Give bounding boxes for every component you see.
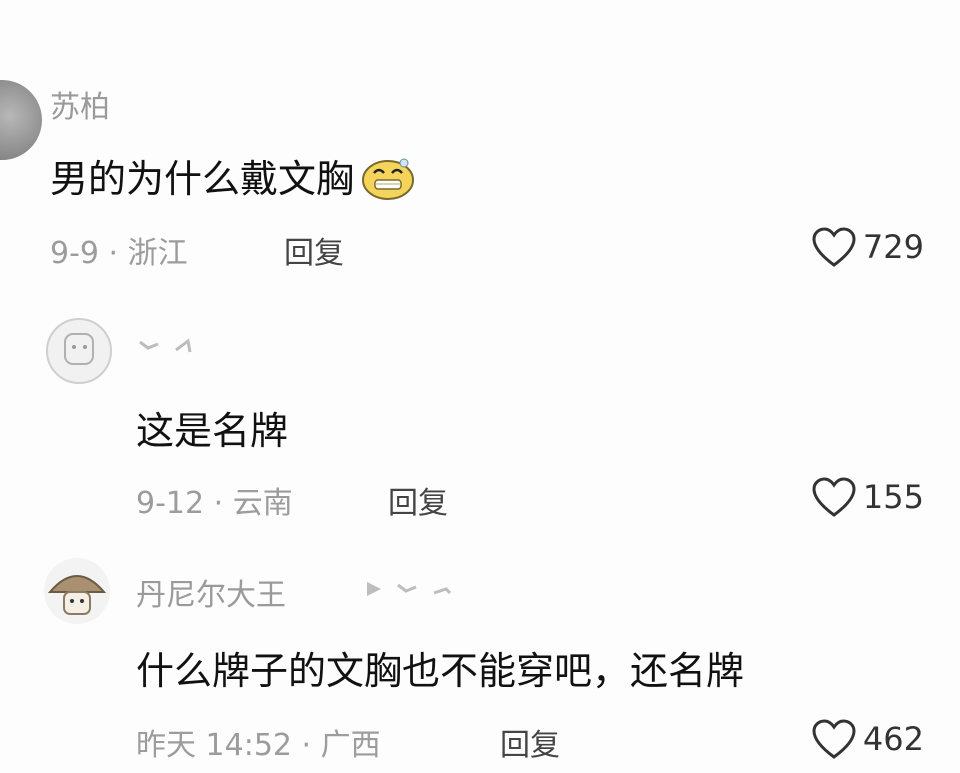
cartoon-face-icon — [64, 333, 94, 365]
comment-text: 什么牌子的文胸也不能穿吧，还名牌 — [136, 649, 745, 693]
reply-button[interactable]: 回复 — [500, 720, 560, 764]
comment-2: 这是名牌 9-12 · 云南 回复 155 — [0, 290, 960, 540]
heart-outline-icon — [811, 226, 857, 268]
heart-outline-icon — [811, 718, 857, 760]
avatar[interactable] — [46, 318, 112, 384]
username-masked — [138, 338, 194, 354]
comment-text-content: 男的为什么戴文胸 — [50, 157, 355, 201]
reply-arrow-icon — [433, 587, 452, 595]
like-count: 462 — [862, 720, 924, 758]
comment-3: 丹尼尔大王 什么牌子的文胸也不能穿吧，还名牌 昨天 14:52 · 广西 回复 … — [0, 540, 960, 773]
avatar[interactable] — [0, 80, 42, 160]
play-triangle-icon — [367, 582, 381, 596]
comment-date-location: 9-9 · 浙江 — [50, 236, 188, 271]
like-button[interactable]: 729 — [811, 226, 924, 268]
comment-text: 男的为什么戴文胸 — [50, 148, 416, 210]
comment-date-location: 9-12 · 云南 — [136, 486, 293, 521]
reply-arrow-icon — [139, 340, 159, 350]
comment-thread: 苏柏 男的为什么戴文胸 9-9 · 浙江 回复 729 这是名牌 9-12 · … — [0, 0, 960, 773]
comment-date-location: 昨天 14:52 · 广西 — [136, 728, 381, 763]
reply-arrow-icon — [397, 583, 417, 593]
like-count: 155 — [862, 478, 924, 516]
username-badges — [364, 580, 452, 598]
comment-username[interactable]: 丹尼尔大王 — [136, 570, 286, 614]
reply-button[interactable]: 回复 — [388, 478, 448, 522]
comment-username[interactable]: 苏柏 — [50, 82, 110, 126]
avatar[interactable] — [44, 558, 110, 624]
heart-outline-icon — [811, 476, 857, 518]
like-button[interactable]: 155 — [811, 476, 924, 518]
smiling-face-emoji — [360, 153, 416, 210]
reply-button[interactable]: 回复 — [284, 228, 344, 272]
like-button[interactable]: 462 — [811, 718, 924, 760]
like-count: 729 — [862, 228, 924, 266]
comment-text: 这是名牌 — [136, 409, 289, 453]
reply-arrow-icon — [175, 338, 192, 353]
comment-1: 苏柏 男的为什么戴文胸 9-9 · 浙江 回复 729 — [0, 0, 960, 290]
mushroom-avatar-icon — [47, 575, 107, 615]
